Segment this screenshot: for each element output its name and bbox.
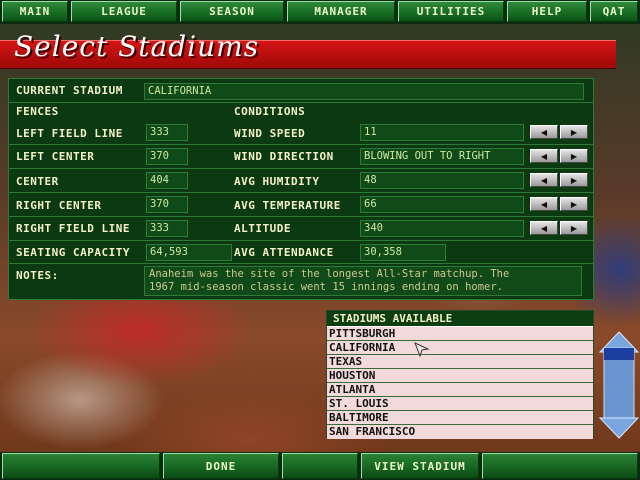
avg-humidity-label: AVG HUMIDITY bbox=[234, 175, 320, 188]
arrow-right-icon[interactable]: ▶ bbox=[560, 221, 588, 235]
wind-direction-label: WIND DIRECTION bbox=[234, 150, 334, 163]
menu-quit[interactable]: QAT bbox=[590, 1, 638, 22]
left-center-label: LEFT CENTER bbox=[16, 150, 95, 163]
divider bbox=[8, 240, 594, 241]
arrow-right-icon[interactable]: ▶ bbox=[560, 125, 588, 139]
wind-direction-field: BLOWING OUT TO RIGHT bbox=[360, 148, 524, 165]
seating-capacity-field: 64,593 bbox=[146, 244, 232, 261]
list-scrollbar[interactable] bbox=[598, 330, 640, 440]
right-center-label: RIGHT CENTER bbox=[16, 199, 102, 212]
bottom-blank-button-1 bbox=[2, 453, 160, 479]
center-field: 404 bbox=[146, 172, 188, 189]
avg-humidity-arrows: ◀ ▶ bbox=[530, 173, 590, 187]
avg-attendance-label: AVG ATTENDANCE bbox=[234, 246, 334, 259]
wind-speed-arrows: ◀ ▶ bbox=[530, 125, 590, 139]
conditions-heading: CONDITIONS bbox=[234, 105, 306, 118]
notes-line-1: Anaheim was the site of the longest All-… bbox=[149, 268, 510, 280]
divider bbox=[8, 216, 594, 217]
notes-label: NOTES: bbox=[16, 269, 59, 282]
list-item[interactable]: TEXAS bbox=[327, 355, 593, 369]
done-button[interactable]: DONE bbox=[163, 453, 279, 479]
stadiums-list: STADIUMS AVAILABLE PITTSBURGH CALIFORNIA… bbox=[326, 310, 594, 439]
menu-help[interactable]: HELP bbox=[507, 1, 587, 22]
scroll-thumb bbox=[604, 348, 634, 360]
arrow-right-icon[interactable]: ▶ bbox=[560, 149, 588, 163]
arrow-left-icon[interactable]: ◀ bbox=[530, 125, 558, 139]
altitude-field: 340 bbox=[360, 220, 524, 237]
list-item[interactable]: CALIFORNIA bbox=[327, 341, 593, 355]
notes-field: Anaheim was the site of the longest All-… bbox=[144, 266, 582, 296]
pointer-cursor-icon bbox=[414, 342, 430, 358]
menu-manager[interactable]: MANAGER bbox=[287, 1, 395, 22]
divider bbox=[8, 102, 594, 103]
arrow-right-icon[interactable]: ▶ bbox=[560, 197, 588, 211]
left-center-field: 370 bbox=[146, 148, 188, 165]
list-item[interactable]: HOUSTON bbox=[327, 369, 593, 383]
current-stadium-label: CURRENT STADIUM bbox=[16, 84, 123, 97]
arrow-left-icon[interactable]: ◀ bbox=[530, 173, 558, 187]
list-item[interactable]: SAN FRANCISCO bbox=[327, 425, 593, 439]
divider bbox=[8, 263, 594, 264]
avg-humidity-field: 48 bbox=[360, 172, 524, 189]
list-item[interactable]: PITTSBURGH bbox=[327, 327, 593, 341]
arrow-right-icon[interactable]: ▶ bbox=[560, 173, 588, 187]
scroll-down-icon bbox=[598, 417, 640, 439]
bottom-blank-button-2 bbox=[282, 453, 358, 479]
arrow-left-icon[interactable]: ◀ bbox=[530, 221, 558, 235]
stadiums-list-heading: STADIUMS AVAILABLE bbox=[327, 311, 593, 326]
wind-direction-arrows: ◀ ▶ bbox=[530, 149, 590, 163]
divider bbox=[8, 192, 594, 193]
menu-season[interactable]: SEASON bbox=[180, 1, 284, 22]
avg-temperature-arrows: ◀ ▶ bbox=[530, 197, 590, 211]
bottom-blank-button-3 bbox=[482, 453, 638, 479]
right-field-line-field: 333 bbox=[146, 220, 188, 237]
avg-attendance-field: 30,358 bbox=[360, 244, 446, 261]
fences-heading: FENCES bbox=[16, 105, 59, 118]
seating-capacity-label: SEATING CAPACITY bbox=[16, 246, 130, 259]
avg-temperature-field: 66 bbox=[360, 196, 524, 213]
current-stadium-field: CALIFORNIA bbox=[144, 83, 584, 100]
left-field-line-label: LEFT FIELD LINE bbox=[16, 127, 123, 140]
arrow-left-icon[interactable]: ◀ bbox=[530, 149, 558, 163]
divider bbox=[8, 144, 594, 145]
bottom-bar: DONE VIEW STADIUM bbox=[0, 452, 640, 480]
wind-speed-label: WIND SPEED bbox=[234, 127, 306, 140]
menu-utilities[interactable]: UTILITIES bbox=[398, 1, 504, 22]
arrow-left-icon[interactable]: ◀ bbox=[530, 197, 558, 211]
altitude-arrows: ◀ ▶ bbox=[530, 221, 590, 235]
list-item[interactable]: ATLANTA bbox=[327, 383, 593, 397]
wind-speed-field: 11 bbox=[360, 124, 524, 141]
list-item[interactable]: BALTIMORE bbox=[327, 411, 593, 425]
menu-main[interactable]: MAIN bbox=[2, 1, 68, 22]
menu-league[interactable]: LEAGUE bbox=[71, 1, 177, 22]
top-menu-bar: MAIN LEAGUE SEASON MANAGER UTILITIES HEL… bbox=[0, 0, 640, 24]
page-title: Select Stadiums bbox=[14, 30, 260, 63]
list-item[interactable]: ST. LOUIS bbox=[327, 397, 593, 411]
avg-temperature-label: AVG TEMPERATURE bbox=[234, 199, 341, 212]
view-stadium-button[interactable]: VIEW STADIUM bbox=[361, 453, 479, 479]
notes-line-2: 1967 mid-season classic went 15 innings … bbox=[149, 281, 504, 293]
divider bbox=[8, 168, 594, 169]
right-field-line-label: RIGHT FIELD LINE bbox=[16, 222, 130, 235]
altitude-label: ALTITUDE bbox=[234, 222, 291, 235]
left-field-line-field: 333 bbox=[146, 124, 188, 141]
right-center-field: 370 bbox=[146, 196, 188, 213]
center-label: CENTER bbox=[16, 175, 59, 188]
